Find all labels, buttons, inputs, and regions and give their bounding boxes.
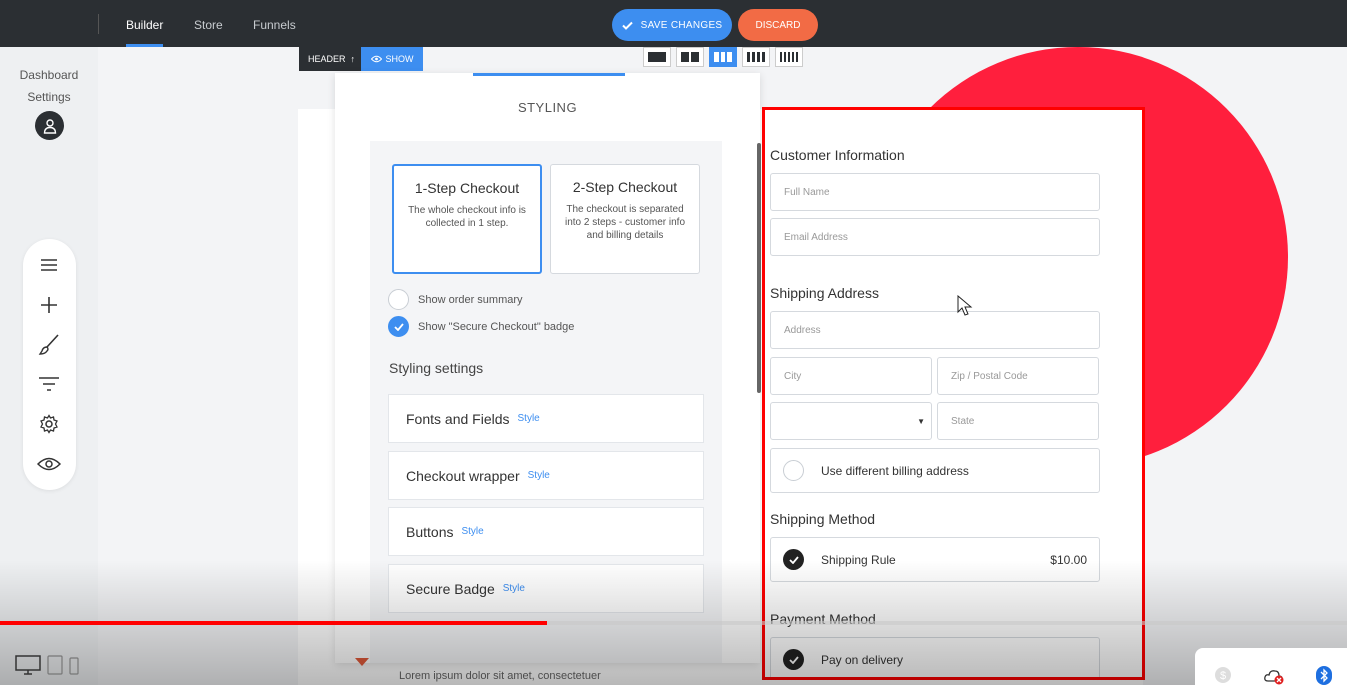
header-tag[interactable]: HEADER ↑ [299, 47, 365, 71]
fonts-and-fields-row[interactable]: Fonts and Fields Style [388, 394, 704, 443]
gear-icon[interactable] [37, 412, 61, 436]
page-body-text: Lorem ipsum dolor sit amet, consectetuer [399, 670, 601, 682]
svg-text:$: $ [1220, 670, 1226, 682]
city-field[interactable]: City [770, 357, 932, 395]
step-description: The whole checkout info is collected in … [408, 205, 526, 229]
top-bar: Builder Store Funnels SAVE CHANGES DISCA… [0, 0, 1347, 47]
email-field[interactable]: Email Address [770, 218, 1100, 256]
show-button[interactable]: SHOW [361, 47, 423, 71]
plus-icon[interactable] [37, 293, 61, 317]
pay-on-delivery-option[interactable]: Pay on delivery [770, 637, 1100, 680]
mouse-cursor-icon [957, 295, 973, 316]
desktop-icon[interactable] [15, 655, 41, 675]
column-1-button[interactable] [643, 47, 671, 67]
system-tray: $ [1195, 648, 1347, 685]
styling-settings-heading: Styling settings [389, 360, 484, 376]
bluetooth-icon[interactable] [1315, 666, 1333, 685]
panel-tab-indicator [473, 73, 625, 76]
check-icon [621, 21, 633, 30]
checkout-wrapper-row[interactable]: Checkout wrapper Style [388, 451, 704, 500]
dashboard-link[interactable]: Dashboard [0, 68, 98, 82]
shipping-address-heading: Shipping Address [770, 285, 879, 301]
check-icon [393, 322, 404, 331]
style-link[interactable]: Style [503, 583, 525, 594]
tab-builder[interactable]: Builder [126, 0, 164, 47]
column-layout-picker [643, 47, 803, 69]
payment-option-label: Pay on delivery [821, 652, 904, 667]
address-field[interactable]: Address [770, 311, 1100, 349]
tool-pill [23, 239, 76, 490]
tablet-icon[interactable] [47, 655, 63, 675]
column-3-button[interactable] [709, 47, 737, 67]
panel-title: STYLING [517, 100, 578, 115]
video-progress-fill [0, 621, 547, 625]
show-secure-badge-option[interactable]: Show "Secure Checkout" badge [388, 316, 574, 337]
cloud-error-icon[interactable] [1264, 668, 1286, 685]
brush-icon[interactable] [37, 332, 61, 356]
secure-badge-row[interactable]: Secure Badge Style [388, 564, 704, 613]
radio-button[interactable] [388, 289, 409, 310]
buttons-row[interactable]: Buttons Style [388, 507, 704, 556]
panel-scrollbar[interactable] [757, 143, 761, 393]
eye-icon[interactable] [37, 452, 61, 476]
show-order-summary-option[interactable]: Show order summary [388, 289, 523, 310]
state-field[interactable]: State [937, 402, 1099, 440]
customer-information-heading: Customer Information [770, 147, 905, 163]
one-step-checkout-card[interactable]: 1-Step Checkout The whole checkout info … [392, 164, 542, 274]
phone-icon[interactable] [69, 657, 79, 675]
avatar[interactable] [35, 111, 64, 140]
setting-name: Checkout wrapper [406, 467, 520, 484]
check-circle-icon [783, 549, 804, 570]
radio-button-checked[interactable] [388, 316, 409, 337]
two-step-checkout-card[interactable]: 2-Step Checkout The checkout is separate… [550, 164, 700, 274]
tab-store[interactable]: Store [194, 0, 223, 47]
save-changes-button[interactable]: SAVE CHANGES [612, 9, 732, 41]
check-circle-icon [783, 649, 804, 670]
setting-name: Fonts and Fields [406, 410, 510, 427]
checkout-form: Customer Information Full Name Email Add… [763, 108, 1143, 680]
discard-button[interactable]: DISCARD [738, 9, 818, 41]
radio-button[interactable] [783, 460, 804, 481]
header-label: HEADER [308, 54, 346, 64]
discard-label: DISCARD [755, 19, 801, 31]
different-billing-option[interactable]: Use different billing address [770, 448, 1100, 493]
filter-icon[interactable] [37, 372, 61, 396]
style-link[interactable]: Style [518, 413, 540, 424]
menu-icon[interactable] [37, 253, 61, 277]
shipping-rule-label: Shipping Rule [821, 552, 896, 567]
column-5-button[interactable] [775, 47, 803, 67]
step-title: 2-Step Checkout [572, 179, 678, 195]
eye-icon [370, 55, 382, 63]
styling-panel: STYLING 1-Step Checkout The whole checko… [335, 73, 760, 663]
full-name-field[interactable]: Full Name [770, 173, 1100, 211]
divider [98, 14, 99, 34]
step-description: The checkout is separated into 2 steps -… [564, 204, 686, 241]
page-decoration [355, 658, 369, 666]
setting-name: Buttons [406, 523, 454, 540]
style-link[interactable]: Style [528, 470, 550, 481]
tab-funnels[interactable]: Funnels [253, 0, 296, 47]
shipping-method-heading: Shipping Method [770, 511, 876, 527]
shipping-price: $10.00 [1050, 552, 1087, 567]
zip-field[interactable]: Zip / Postal Code [937, 357, 1099, 395]
option-label: Show "Secure Checkout" badge [418, 320, 575, 333]
setting-name: Secure Badge [406, 580, 495, 597]
settings-link[interactable]: Settings [0, 90, 98, 104]
dollar-icon[interactable]: $ [1214, 666, 1232, 684]
column-4-button[interactable] [742, 47, 770, 67]
user-icon [43, 118, 56, 134]
step-title: 1-Step Checkout [414, 180, 520, 196]
panel-body: 1-Step Checkout The whole checkout info … [370, 141, 722, 663]
save-changes-label: SAVE CHANGES [640, 19, 723, 31]
option-label: Show order summary [418, 293, 523, 306]
show-label: SHOW [385, 54, 414, 64]
device-preview-switcher [15, 655, 79, 675]
style-link[interactable]: Style [461, 526, 483, 537]
billing-label: Use different billing address [821, 463, 969, 478]
column-2-button[interactable] [676, 47, 704, 67]
country-select[interactable]: ▼ [770, 402, 932, 440]
shipping-rule-option[interactable]: Shipping Rule $10.00 [770, 537, 1100, 582]
chevron-down-icon: ▼ [917, 416, 925, 426]
